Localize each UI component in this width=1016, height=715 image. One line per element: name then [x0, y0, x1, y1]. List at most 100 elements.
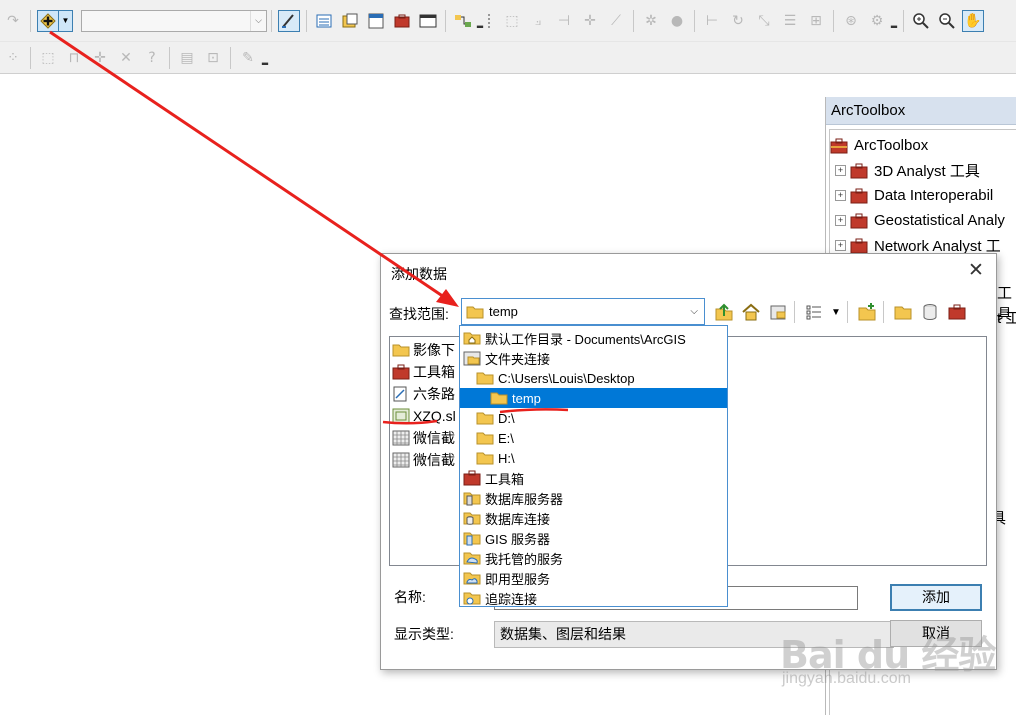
sketch-properties-icon[interactable]: ⊡ — [202, 47, 224, 69]
expand-icon[interactable]: + — [835, 215, 846, 226]
list-item[interactable]: XZQ.sl — [392, 405, 456, 427]
dropdown-item-temp[interactable]: temp — [460, 388, 727, 408]
align-icon[interactable]: ☰ — [779, 10, 801, 32]
list-item[interactable]: 六条路 — [392, 383, 455, 405]
table-of-contents-icon[interactable] — [313, 10, 335, 32]
tree-root[interactable]: ArcToolbox — [830, 133, 1016, 158]
edit-vertices-icon[interactable]: ⬚ — [501, 10, 523, 32]
sphere-icon[interactable]: ● — [666, 10, 688, 32]
folder-icon[interactable] — [892, 301, 914, 323]
add-data-button[interactable] — [37, 9, 59, 32]
lookin-combo[interactable]: temp ⌵ — [461, 298, 705, 325]
midpoint-icon[interactable]: ✛ — [89, 47, 111, 69]
cut-polygons-icon[interactable]: ✛ — [579, 10, 601, 32]
dropdown-item-drive-d[interactable]: D:\ — [476, 408, 743, 428]
dropdown-item-label: 数据库连接 — [485, 511, 551, 527]
connect-folder-icon[interactable] — [767, 301, 789, 323]
add-data-dropdown-arrow[interactable]: ▼ — [59, 9, 73, 32]
tracking-icon — [463, 592, 481, 605]
trace-icon[interactable]: ? — [141, 47, 163, 69]
create-features-icon[interactable]: ✎ — [237, 47, 259, 69]
tree-item-3d-analyst[interactable]: + 3D Analyst 工具 — [830, 158, 1016, 183]
toolbar-grip[interactable] — [488, 13, 496, 28]
expand-icon[interactable]: + — [835, 190, 846, 201]
dropdown-item-ready-to-use-services[interactable]: 即用型服务 — [463, 568, 730, 588]
dropdown-item-default-workspace[interactable]: 默认工作目录 - Documents\ArcGIS — [463, 328, 730, 348]
toolbox-icon — [850, 163, 868, 178]
toolbar-separator — [30, 9, 31, 32]
zoom-in-icon[interactable] — [910, 10, 932, 32]
scale-combo[interactable]: ⌵ — [81, 9, 267, 32]
sketch-tool-icon[interactable]: ⟋ — [605, 10, 627, 32]
name-label: 名称: — [394, 589, 426, 605]
list-item[interactable]: 微信截 — [392, 449, 455, 471]
sparkle-icon[interactable]: ✲ — [640, 10, 662, 32]
lookin-dropdown-list[interactable]: 默认工作目录 - Documents\ArcGIS 文件夹连接 C:\Users… — [459, 325, 728, 607]
pan-icon[interactable]: ✋ — [962, 9, 984, 32]
chevron-down-icon[interactable]: ⌵ — [690, 306, 698, 317]
dropdown-item-database-servers[interactable]: 数据库服务器 — [463, 488, 730, 508]
edit-tool-icon[interactable]: ⬚ — [37, 47, 59, 69]
snapping-icon[interactable]: ⁘ — [2, 47, 24, 69]
zoom-out-icon[interactable] — [936, 10, 958, 32]
database-icon[interactable] — [919, 301, 941, 323]
distribute-icon[interactable]: ⊞ — [805, 10, 827, 32]
python-window-icon[interactable] — [417, 10, 439, 32]
list-item-label: 工具箱 — [413, 364, 455, 380]
close-button[interactable]: ✕ — [966, 261, 986, 281]
list-item[interactable]: 工具箱 — [392, 361, 455, 383]
view-list-icon[interactable] — [803, 301, 825, 323]
dropdown-item-tracking-connections[interactable]: 追踪连接 — [463, 588, 730, 608]
expand-icon[interactable]: + — [835, 165, 846, 176]
toolbox-icon — [463, 470, 481, 486]
delete-vertex-icon[interactable]: ✕ — [115, 47, 137, 69]
toolbar-options-arrow[interactable]: ▂ — [260, 51, 270, 65]
toolbox-icon[interactable] — [946, 301, 968, 323]
chevron-down-icon[interactable]: ⌵ — [250, 10, 266, 31]
dropdown-item-drive-e[interactable]: E:\ — [476, 428, 743, 448]
map-document-icon — [393, 386, 407, 402]
gear-icon[interactable]: ⚙ — [866, 10, 888, 32]
dropdown-item-gis-servers[interactable]: GIS 服务器 — [463, 528, 730, 548]
dropdown-item-label: 追踪连接 — [485, 591, 538, 607]
dropdown-item-label: 默认工作目录 - Documents\ArcGIS — [485, 331, 686, 347]
tree-item-geostatistical[interactable]: + Geostatistical Analy — [830, 208, 1016, 233]
add-button[interactable]: 添加 — [890, 584, 982, 611]
up-one-level-icon[interactable] — [713, 301, 735, 323]
view-options-arrow[interactable]: ▼ — [830, 301, 842, 323]
arctoolbox-window-icon[interactable] — [391, 10, 413, 32]
dropdown-item-database-connections[interactable]: 数据库连接 — [463, 508, 730, 528]
raster-icon — [392, 452, 410, 468]
topology-icon[interactable]: ⊛ — [840, 10, 862, 32]
toolbar-options-arrow[interactable]: ▂ — [475, 14, 485, 28]
toolbox-icon — [830, 138, 848, 153]
reshape-icon[interactable]: ⟓ — [527, 10, 549, 32]
search-window-icon[interactable] — [365, 10, 387, 32]
redo-icon[interactable]: ↷ — [2, 10, 24, 32]
expand-icon[interactable]: + — [835, 240, 846, 251]
toolbar-options-arrow[interactable]: ▂ — [889, 14, 899, 28]
dropdown-item-folder-connections[interactable]: 文件夹连接 — [463, 348, 730, 368]
shapefile-icon — [392, 408, 410, 424]
gis-server-icon — [463, 532, 481, 546]
home-icon[interactable] — [740, 301, 762, 323]
tree-item-data-interoperability[interactable]: + Data Interoperabil — [830, 183, 1016, 208]
editor-toolbar-icon[interactable] — [278, 9, 300, 32]
scale-icon[interactable]: ⤡ — [753, 10, 775, 32]
model-builder-icon[interactable] — [452, 10, 474, 32]
list-item[interactable]: 影像下 — [392, 339, 455, 361]
dropdown-item-label: 我托管的服务 — [485, 551, 564, 567]
merge-icon[interactable]: ⊢ — [701, 10, 723, 32]
home-folder-icon — [463, 332, 481, 345]
dropdown-item-toolboxes[interactable]: 工具箱 — [463, 468, 730, 488]
catalog-icon[interactable] — [339, 10, 361, 32]
dropdown-item-drive-h[interactable]: H:\ — [476, 448, 743, 468]
new-folder-icon[interactable] — [856, 301, 878, 323]
rotate-icon[interactable]: ↻ — [727, 10, 749, 32]
dropdown-item-my-hosted-services[interactable]: 我托管的服务 — [463, 548, 730, 568]
dropdown-item-desktop[interactable]: C:\Users\Louis\Desktop — [476, 368, 743, 388]
split-icon[interactable]: ⊣ — [553, 10, 575, 32]
attributes-icon[interactable]: ▤ — [176, 47, 198, 69]
list-item[interactable]: 微信截 — [392, 427, 455, 449]
straight-segment-icon[interactable]: ⊓ — [63, 47, 85, 69]
